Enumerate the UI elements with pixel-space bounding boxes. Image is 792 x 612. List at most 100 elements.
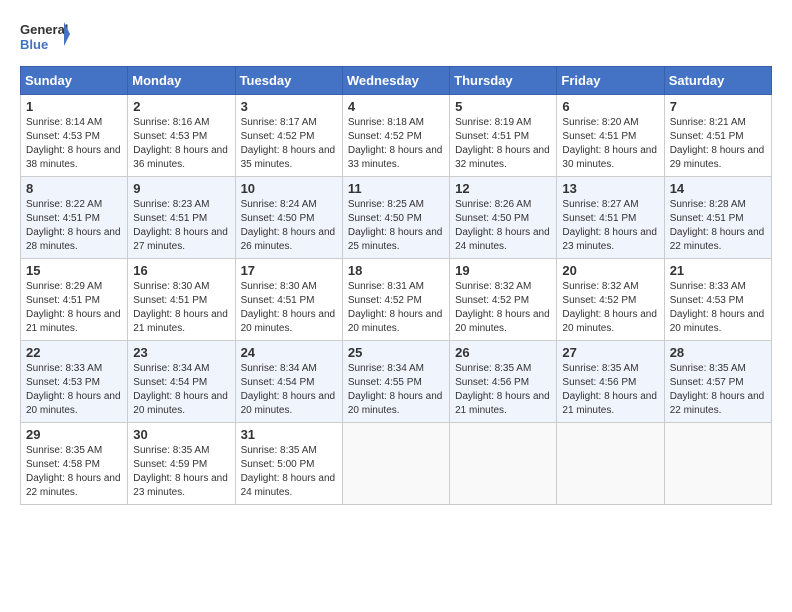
day-number: 26 — [455, 345, 551, 360]
calendar-cell: 30Sunrise: 8:35 AMSunset: 4:59 PMDayligh… — [128, 423, 235, 505]
calendar-cell: 17 Sunrise: 8:30 AMSunset: 4:51 PMDayligh… — [235, 259, 342, 341]
day-number: 13 — [562, 181, 658, 196]
day-number: 3 — [241, 99, 337, 114]
calendar-cell: 6 Sunrise: 8:20 AMSunset: 4:51 PMDaylight… — [557, 95, 664, 177]
calendar-cell: 18 Sunrise: 8:31 AMSunset: 4:52 PMDayligh… — [342, 259, 449, 341]
cell-info: Sunrise: 8:27 AMSunset: 4:51 PMDaylight:… — [562, 199, 657, 252]
calendar-cell: 15 Sunrise: 8:29 AMSunset: 4:51 PMDayligh… — [21, 259, 128, 341]
calendar-cell: 4Sunrise: 8:18 AMSunset: 4:52 PMDaylight… — [342, 95, 449, 177]
calendar-cell — [342, 423, 449, 505]
calendar-cell: 10 Sunrise: 8:24 AMSunset: 4:50 PMDayligh… — [235, 177, 342, 259]
day-number: 10 — [241, 181, 337, 196]
cell-info: Sunrise: 8:34 AMSunset: 4:54 PMDaylight:… — [133, 363, 228, 416]
cell-info: Sunrise: 8:28 AMSunset: 4:51 PMDaylight:… — [670, 199, 765, 252]
day-number: 1 — [26, 99, 122, 114]
calendar-cell: 12 Sunrise: 8:26 AMSunset: 4:50 PMDayligh… — [450, 177, 557, 259]
calendar-cell: 27 Sunrise: 8:35 AMSunset: 4:56 PMDayligh… — [557, 341, 664, 423]
general-blue-logo-icon: General Blue — [20, 16, 70, 56]
cell-info: Sunrise: 8:34 AMSunset: 4:55 PMDaylight:… — [348, 363, 443, 416]
cell-info: Sunrise: 8:30 AMSunset: 4:51 PMDaylight:… — [241, 281, 336, 334]
col-header-monday: Monday — [128, 67, 235, 95]
day-number: 17 — [241, 263, 337, 278]
cell-info: Sunrise: 8:33 AMSunset: 4:53 PMDaylight:… — [26, 363, 121, 416]
calendar-cell: 7 Sunrise: 8:21 AMSunset: 4:51 PMDaylight… — [664, 95, 771, 177]
cell-info: Sunrise: 8:33 AMSunset: 4:53 PMDaylight:… — [670, 281, 765, 334]
day-number: 21 — [670, 263, 766, 278]
day-number: 25 — [348, 345, 444, 360]
col-header-friday: Friday — [557, 67, 664, 95]
day-number: 2 — [133, 99, 229, 114]
calendar-cell: 2 Sunrise: 8:16 AMSunset: 4:53 PMDaylight… — [128, 95, 235, 177]
cell-info: Sunrise: 8:31 AMSunset: 4:52 PMDaylight:… — [348, 281, 443, 334]
calendar-cell — [557, 423, 664, 505]
calendar-cell: 26 Sunrise: 8:35 AMSunset: 4:56 PMDayligh… — [450, 341, 557, 423]
calendar-cell: 14 Sunrise: 8:28 AMSunset: 4:51 PMDayligh… — [664, 177, 771, 259]
cell-info: Sunrise: 8:22 AMSunset: 4:51 PMDaylight:… — [26, 199, 121, 252]
calendar-week-row: 1 Sunrise: 8:14 AMSunset: 4:53 PMDaylight… — [21, 95, 772, 177]
cell-info: Sunrise: 8:35 AMSunset: 4:59 PMDaylight:… — [133, 445, 228, 498]
day-number: 19 — [455, 263, 551, 278]
col-header-saturday: Saturday — [664, 67, 771, 95]
cell-info: Sunrise: 8:23 AMSunset: 4:51 PMDaylight:… — [133, 199, 228, 252]
day-number: 14 — [670, 181, 766, 196]
cell-info: Sunrise: 8:35 AMSunset: 4:56 PMDaylight:… — [562, 363, 657, 416]
calendar-week-row: 15 Sunrise: 8:29 AMSunset: 4:51 PMDayligh… — [21, 259, 772, 341]
day-number: 29 — [26, 427, 122, 442]
calendar-cell: 11 Sunrise: 8:25 AMSunset: 4:50 PMDayligh… — [342, 177, 449, 259]
cell-info: Sunrise: 8:35 AMSunset: 5:00 PMDaylight:… — [241, 445, 336, 498]
calendar-cell: 23Sunrise: 8:34 AMSunset: 4:54 PMDayligh… — [128, 341, 235, 423]
day-number: 5 — [455, 99, 551, 114]
day-number: 27 — [562, 345, 658, 360]
cell-info: Sunrise: 8:29 AMSunset: 4:51 PMDaylight:… — [26, 281, 121, 334]
calendar-cell: 9 Sunrise: 8:23 AMSunset: 4:51 PMDaylight… — [128, 177, 235, 259]
day-number: 20 — [562, 263, 658, 278]
cell-info: Sunrise: 8:25 AMSunset: 4:50 PMDaylight:… — [348, 199, 443, 252]
cell-info: Sunrise: 8:35 AMSunset: 4:56 PMDaylight:… — [455, 363, 550, 416]
calendar-cell: 25 Sunrise: 8:34 AMSunset: 4:55 PMDayligh… — [342, 341, 449, 423]
day-number: 28 — [670, 345, 766, 360]
calendar-cell: 5Sunrise: 8:19 AMSunset: 4:51 PMDaylight… — [450, 95, 557, 177]
day-number: 6 — [562, 99, 658, 114]
day-number: 8 — [26, 181, 122, 196]
calendar-cell — [664, 423, 771, 505]
calendar-cell: 20 Sunrise: 8:32 AMSunset: 4:52 PMDayligh… — [557, 259, 664, 341]
day-number: 31 — [241, 427, 337, 442]
cell-info: Sunrise: 8:35 AMSunset: 4:57 PMDaylight:… — [670, 363, 765, 416]
day-number: 24 — [241, 345, 337, 360]
calendar-week-row: 8 Sunrise: 8:22 AMSunset: 4:51 PMDaylight… — [21, 177, 772, 259]
cell-info: Sunrise: 8:34 AMSunset: 4:54 PMDaylight:… — [241, 363, 336, 416]
svg-text:Blue: Blue — [20, 37, 48, 52]
cell-info: Sunrise: 8:14 AMSunset: 4:53 PMDaylight:… — [26, 117, 121, 170]
calendar-cell: 28 Sunrise: 8:35 AMSunset: 4:57 PMDayligh… — [664, 341, 771, 423]
cell-info: Sunrise: 8:35 AMSunset: 4:58 PMDaylight:… — [26, 445, 121, 498]
calendar-cell: 1 Sunrise: 8:14 AMSunset: 4:53 PMDaylight… — [21, 95, 128, 177]
calendar-cell: 21 Sunrise: 8:33 AMSunset: 4:53 PMDayligh… — [664, 259, 771, 341]
day-number: 16 — [133, 263, 229, 278]
calendar-cell: 13 Sunrise: 8:27 AMSunset: 4:51 PMDayligh… — [557, 177, 664, 259]
logo: General Blue — [20, 16, 70, 56]
calendar-cell: 8 Sunrise: 8:22 AMSunset: 4:51 PMDaylight… — [21, 177, 128, 259]
day-number: 12 — [455, 181, 551, 196]
calendar-week-row: 22 Sunrise: 8:33 AMSunset: 4:53 PMDayligh… — [21, 341, 772, 423]
calendar-cell: 22 Sunrise: 8:33 AMSunset: 4:53 PMDayligh… — [21, 341, 128, 423]
cell-info: Sunrise: 8:20 AMSunset: 4:51 PMDaylight:… — [562, 117, 657, 170]
day-number: 22 — [26, 345, 122, 360]
day-number: 11 — [348, 181, 444, 196]
cell-info: Sunrise: 8:18 AMSunset: 4:52 PMDaylight:… — [348, 117, 443, 170]
cell-info: Sunrise: 8:24 AMSunset: 4:50 PMDaylight:… — [241, 199, 336, 252]
cell-info: Sunrise: 8:32 AMSunset: 4:52 PMDaylight:… — [562, 281, 657, 334]
day-number: 18 — [348, 263, 444, 278]
day-number: 7 — [670, 99, 766, 114]
day-number: 15 — [26, 263, 122, 278]
day-number: 9 — [133, 181, 229, 196]
col-header-tuesday: Tuesday — [235, 67, 342, 95]
cell-info: Sunrise: 8:16 AMSunset: 4:53 PMDaylight:… — [133, 117, 228, 170]
cell-info: Sunrise: 8:21 AMSunset: 4:51 PMDaylight:… — [670, 117, 765, 170]
col-header-wednesday: Wednesday — [342, 67, 449, 95]
cell-info: Sunrise: 8:17 AMSunset: 4:52 PMDaylight:… — [241, 117, 336, 170]
calendar-cell: 29 Sunrise: 8:35 AMSunset: 4:58 PMDayligh… — [21, 423, 128, 505]
cell-info: Sunrise: 8:26 AMSunset: 4:50 PMDaylight:… — [455, 199, 550, 252]
calendar-week-row: 29 Sunrise: 8:35 AMSunset: 4:58 PMDayligh… — [21, 423, 772, 505]
col-header-thursday: Thursday — [450, 67, 557, 95]
col-header-sunday: Sunday — [21, 67, 128, 95]
